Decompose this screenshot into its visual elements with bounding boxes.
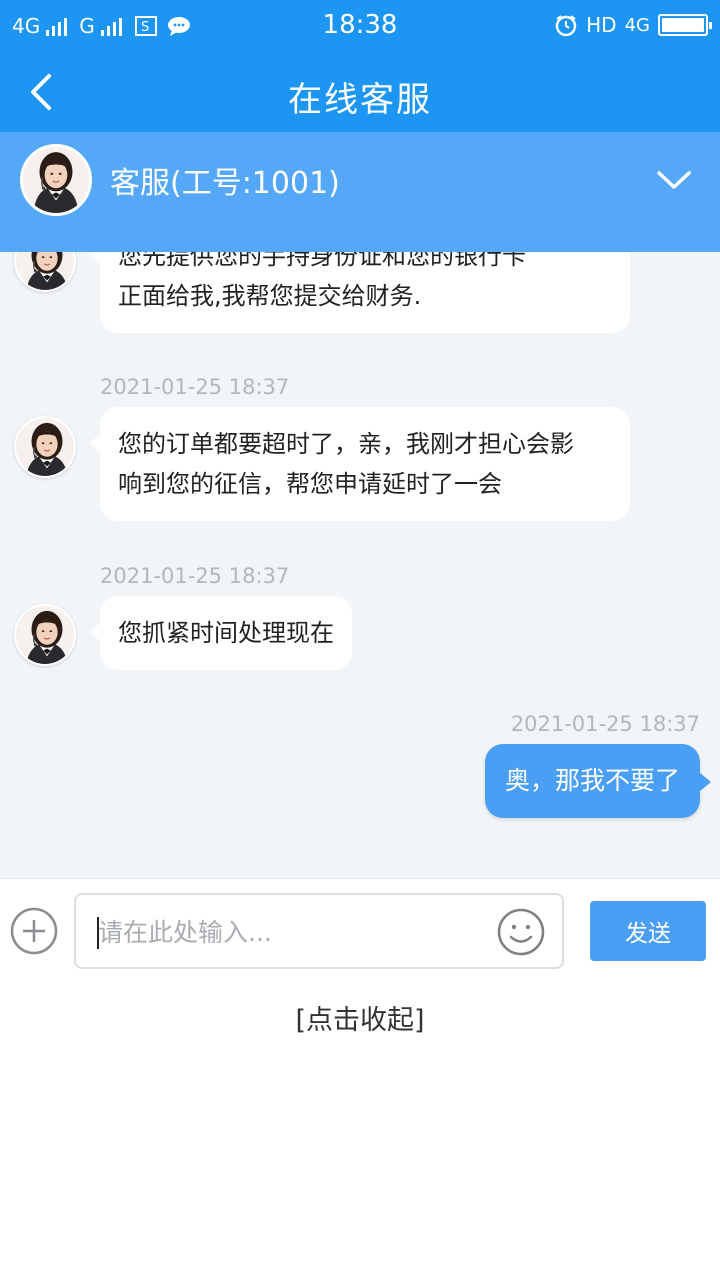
- battery-icon: [658, 14, 712, 36]
- title-bar: 在线客服: [0, 52, 720, 132]
- agent-avatar: [14, 604, 76, 666]
- chevron-down-icon: [657, 171, 691, 189]
- agent-header-avatar: [20, 144, 92, 216]
- message-bubble-outgoing[interactable]: 奥，那我不要了: [484, 744, 712, 818]
- message-timestamp: 2021-01-25 18:37: [100, 375, 290, 399]
- message-input-field[interactable]: [74, 893, 564, 969]
- attach-button[interactable]: [10, 907, 58, 955]
- agent-name: 客服(工号:1001): [110, 166, 340, 201]
- hd-label: HD: [586, 13, 617, 37]
- agent-expand-button[interactable]: [654, 162, 694, 198]
- alarm-icon: [554, 13, 578, 37]
- input-bar: 发送: [0, 878, 720, 978]
- agent-info-bar[interactable]: 客服(工号:1001): [0, 132, 720, 252]
- message-input[interactable]: [98, 907, 478, 957]
- message-text-line: 您抓紧时间处理现在: [118, 619, 334, 647]
- page-title: 在线客服: [288, 80, 432, 120]
- message-timestamp: 2021-01-25 18:37: [510, 712, 700, 736]
- message-bubble-incoming[interactable]: 您抓紧时间处理现在: [90, 596, 352, 670]
- message-text-line: 正面给我,我帮您提交给财务.: [118, 282, 422, 310]
- status-bar: 4G G S 18:38 HD 4G: [0, 0, 720, 52]
- agent-avatar: [14, 416, 76, 478]
- message-text-line: 您的订单都要超时了，亲，我刚才担心会影: [118, 430, 574, 458]
- smiley-icon: [497, 908, 545, 956]
- collapse-panel-link[interactable]: [点击收起]: [0, 998, 720, 1037]
- status-right: HD 4G: [554, 10, 712, 40]
- message-timestamp: 2021-01-25 18:37: [100, 564, 290, 588]
- plus-circle-icon: [10, 907, 58, 955]
- message-bubble-incoming[interactable]: 您的订单都要超时了，亲，我刚才担心会影 响到您的征信，帮您申请延时了一会: [90, 407, 630, 521]
- network-type-3: 4G: [624, 14, 650, 36]
- emoji-button[interactable]: [496, 907, 546, 957]
- message-text-line: 响到您的征信，帮您申请延时了一会: [118, 470, 502, 498]
- send-button[interactable]: 发送: [590, 901, 706, 961]
